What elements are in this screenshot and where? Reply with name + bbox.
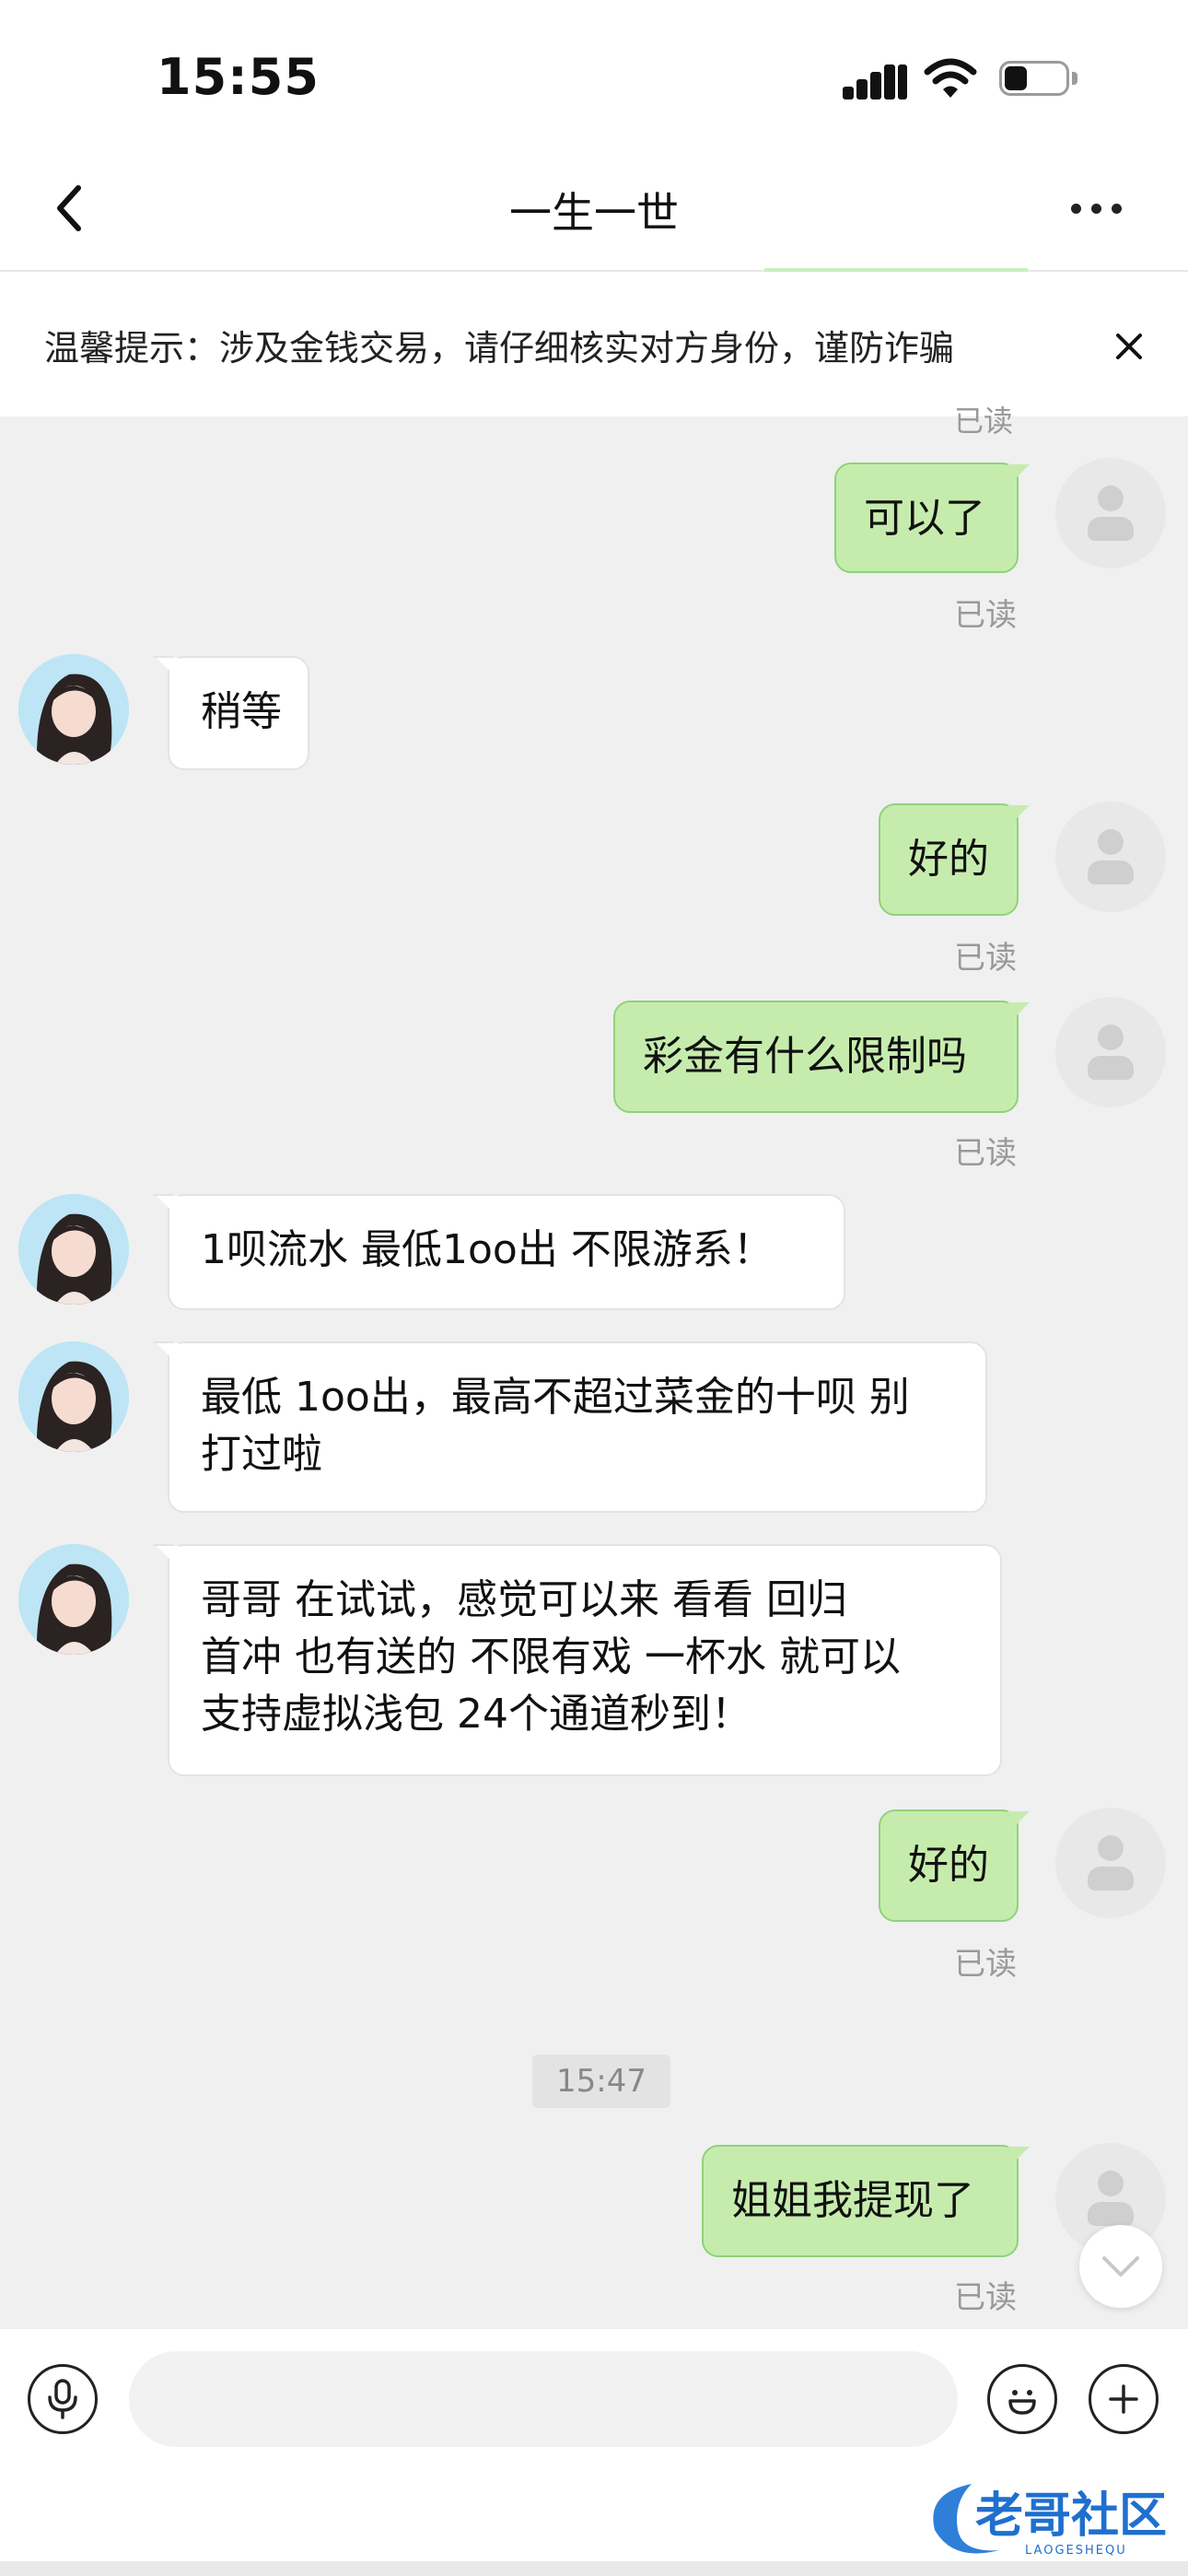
close-icon	[1116, 334, 1142, 359]
read-status: 已读	[954, 940, 1017, 977]
close-warning-button[interactable]	[1103, 321, 1155, 372]
message-input-bar: 老哥社区 LAOGESHEQU	[0, 2329, 1188, 2576]
outgoing-message[interactable]: 好的	[879, 803, 1030, 916]
chat-title: 一生一世	[509, 188, 679, 238]
message-line: 哥哥 在试试，感觉可以来 看看 回归	[201, 1576, 847, 1623]
wifi-icon	[924, 58, 977, 98]
outgoing-message[interactable]: 好的	[879, 1809, 1030, 1922]
microphone-icon	[48, 2379, 77, 2419]
status-bar: 15:55	[0, 0, 1188, 152]
message-input[interactable]	[129, 2351, 958, 2447]
more-dot	[1111, 203, 1122, 214]
peer-photo	[18, 1544, 129, 1655]
incoming-message[interactable]: 稍等	[153, 656, 309, 770]
self-avatar[interactable]	[1055, 1808, 1166, 1918]
emoji-button[interactable]	[987, 2364, 1057, 2434]
more-dot	[1090, 203, 1101, 214]
more-dots-icon	[1070, 203, 1081, 214]
peer-avatar[interactable]	[18, 1341, 129, 1452]
safety-warning-banner: 温馨提示：涉及金钱交易，请仔细核实对方身份，谨防诈骗	[0, 272, 1188, 416]
message-line: 最低 1oo出，最高不超过菜金的十呗 别	[201, 1374, 910, 1421]
peer-photo	[18, 654, 129, 765]
message-text: 彩金有什么限制吗	[643, 1033, 967, 1080]
peer-photo	[18, 1194, 129, 1305]
more-button[interactable]	[1059, 176, 1133, 240]
plus-icon	[1109, 2384, 1138, 2414]
self-avatar[interactable]	[1055, 997, 1166, 1107]
read-status: 已读	[954, 597, 1017, 634]
outgoing-message[interactable]: 可以了	[834, 463, 1030, 573]
message-line: 首冲 也有送的 不限有戏 一杯水 就可以	[201, 1633, 901, 1680]
read-status: 已读	[954, 1135, 1017, 1172]
read-status: 已读	[954, 1946, 1017, 1983]
peer-avatar[interactable]	[18, 654, 129, 765]
message-text: 可以了	[864, 495, 985, 542]
message-line: 支持虚拟浅包 24个通道秒到！	[201, 1691, 751, 1738]
incoming-message[interactable]: 1呗流水 最低1oo出 不限游系！	[153, 1194, 845, 1310]
peer-avatar[interactable]	[18, 1544, 129, 1655]
message-text: 1呗流水 最低1oo出 不限游系！	[201, 1226, 774, 1273]
watermark-subtext: LAOGESHEQU	[1025, 2544, 1127, 2558]
outgoing-message[interactable]: 彩金有什么限制吗	[613, 1001, 1030, 1113]
self-avatar[interactable]	[1055, 802, 1166, 912]
outgoing-message[interactable]: 姐姐我提现了	[702, 2145, 1030, 2257]
message-text: 好的	[908, 836, 989, 883]
peer-photo	[18, 1341, 129, 1452]
voice-button[interactable]	[28, 2364, 98, 2434]
message-line: 打过啦	[201, 1431, 322, 1478]
time-divider: 15:47	[532, 2055, 670, 2108]
scroll-to-bottom-button[interactable]	[1079, 2225, 1162, 2308]
read-status: 已读	[954, 2279, 1017, 2316]
home-indicator-area	[0, 2561, 1188, 2576]
incoming-message[interactable]: 最低 1oo出，最高不超过菜金的十呗 别 打过啦	[153, 1341, 987, 1513]
message-text: 好的	[908, 1842, 989, 1889]
emoji-icon	[1008, 2390, 1036, 2415]
watermark-text: 老哥社区	[975, 2488, 1167, 2544]
watermark-logo: 老哥社区 LAOGESHEQU	[933, 2484, 1167, 2558]
battery-icon	[999, 61, 1078, 98]
message-text: 姐姐我提现了	[731, 2177, 974, 2224]
incoming-message[interactable]: 哥哥 在试试，感觉可以来 看看 回归 首冲 也有送的 不限有戏 一杯水 就可以 …	[153, 1544, 1002, 1776]
cellular-signal-icon	[843, 63, 909, 100]
self-avatar[interactable]	[1055, 458, 1166, 568]
add-attachment-button[interactable]	[1089, 2364, 1159, 2434]
chevron-down-icon	[1102, 2256, 1139, 2277]
message-text: 稍等	[201, 688, 282, 735]
warning-text: 温馨提示：涉及金钱交易，请仔细核实对方身份，谨防诈骗	[44, 328, 955, 369]
status-time: 15:55	[157, 48, 320, 106]
nav-bar: 一生一世	[0, 152, 1188, 272]
peer-avatar[interactable]	[18, 1194, 129, 1305]
read-status-partial: 已读	[954, 404, 1014, 439]
